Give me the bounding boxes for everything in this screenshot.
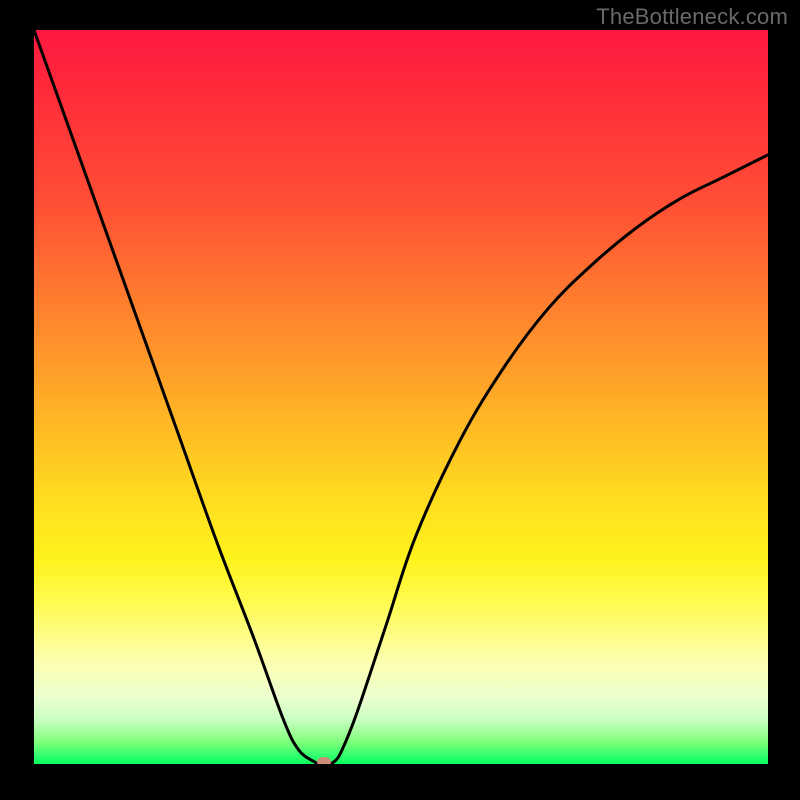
bottleneck-curve xyxy=(34,30,768,764)
minimum-marker xyxy=(317,757,331,764)
curve-svg xyxy=(34,30,768,764)
chart-container: TheBottleneck.com xyxy=(0,0,800,800)
plot-area xyxy=(34,30,768,764)
watermark-text: TheBottleneck.com xyxy=(596,4,788,30)
